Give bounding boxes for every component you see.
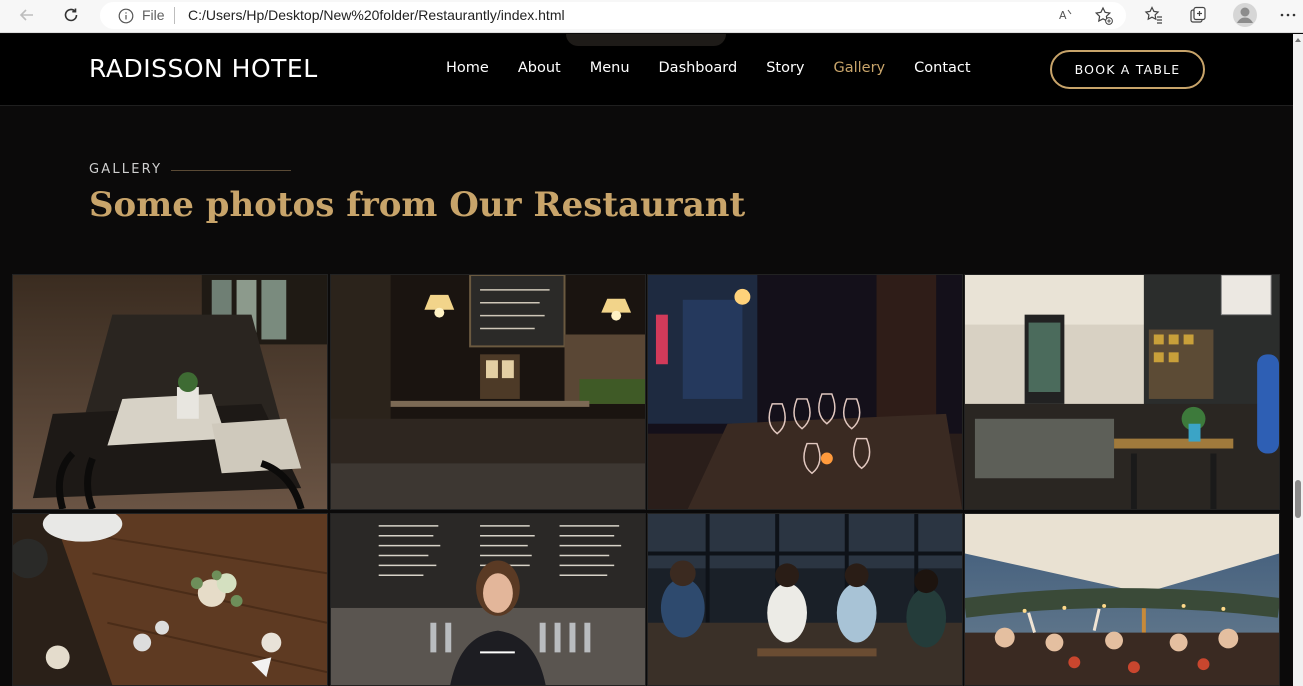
main-nav: Home About Menu Dashboard Story Gallery … xyxy=(446,60,1000,76)
gallery-photo-6[interactable] xyxy=(330,513,646,686)
collections-icon[interactable] xyxy=(1188,5,1208,25)
info-icon[interactable] xyxy=(118,8,134,24)
site-header: RADISSON HOTEL Home About Menu Dashboard… xyxy=(0,34,1303,106)
gallery-photo-1[interactable] xyxy=(12,274,328,510)
browser-toolbar: File C:/Users/Hp/Desktop/New%20folder/Re… xyxy=(0,0,1303,33)
scroll-thumb[interactable] xyxy=(1295,480,1301,518)
section-title: Some photos from Our Restaurant xyxy=(89,185,746,225)
profile-avatar-icon[interactable] xyxy=(1232,2,1258,28)
page-scrollbar[interactable] xyxy=(1293,34,1303,686)
gallery-grid xyxy=(12,274,1282,686)
url-text[interactable]: C:/Users/Hp/Desktop/New%20folder/Restaur… xyxy=(188,7,565,23)
bar-interior-image xyxy=(331,275,645,509)
book-table-button[interactable]: BOOK A TABLE xyxy=(1050,50,1205,89)
gallery-photo-3[interactable] xyxy=(647,274,963,510)
nav-about[interactable]: About xyxy=(518,60,561,76)
gallery-photo-5[interactable] xyxy=(12,513,328,686)
nav-gallery[interactable]: Gallery xyxy=(834,60,886,76)
add-favorite-icon[interactable] xyxy=(1094,6,1114,26)
friends-window-image xyxy=(648,514,962,685)
gallery-photo-4[interactable] xyxy=(964,274,1280,510)
site-logo[interactable]: RADISSON HOTEL xyxy=(89,54,318,83)
reload-button[interactable] xyxy=(60,4,82,26)
address-bar[interactable]: File C:/Users/Hp/Desktop/New%20folder/Re… xyxy=(100,2,1126,29)
scroll-up-arrow-icon[interactable] xyxy=(1295,38,1301,42)
wine-glasses-image xyxy=(648,275,962,509)
section-eyebrow: GALLERY xyxy=(89,162,163,177)
tent-party-image xyxy=(965,514,1279,685)
favorites-icon[interactable] xyxy=(1144,5,1164,25)
back-button[interactable] xyxy=(16,4,38,26)
address-separator xyxy=(174,7,175,24)
read-aloud-icon[interactable]: A xyxy=(1058,6,1076,24)
gallery-photo-2[interactable] xyxy=(330,274,646,510)
nav-dashboard[interactable]: Dashboard xyxy=(659,60,738,76)
table-overhead-image xyxy=(13,514,327,685)
svg-text:A: A xyxy=(1059,9,1067,22)
gallery-photo-8[interactable] xyxy=(964,513,1280,686)
dining-tables-image xyxy=(13,275,327,509)
nav-home[interactable]: Home xyxy=(446,60,489,76)
nav-menu[interactable]: Menu xyxy=(590,60,630,76)
eyebrow-divider xyxy=(171,170,291,171)
more-options-icon[interactable] xyxy=(1278,5,1298,25)
nav-story[interactable]: Story xyxy=(766,60,804,76)
beer-board-image xyxy=(331,514,645,685)
nav-contact[interactable]: Contact xyxy=(914,60,970,76)
reload-icon xyxy=(64,8,78,22)
gallery-photo-7[interactable] xyxy=(647,513,963,686)
back-arrow-icon xyxy=(19,9,33,21)
file-label: File xyxy=(142,7,165,23)
cafe-counter-image xyxy=(965,275,1279,509)
header-decoration xyxy=(566,34,726,46)
